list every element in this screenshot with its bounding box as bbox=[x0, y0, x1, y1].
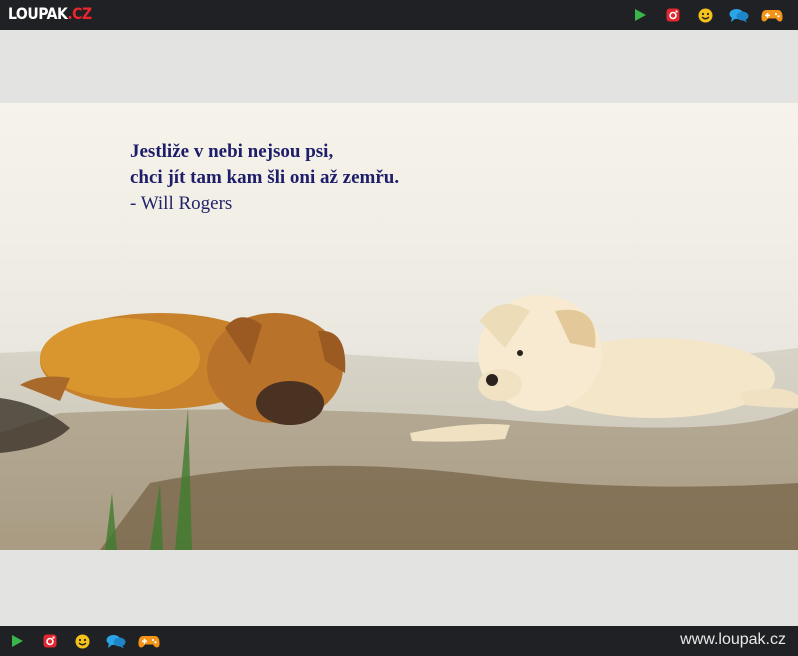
bottom-icon-group bbox=[0, 631, 165, 651]
gamepad-icon[interactable] bbox=[132, 631, 165, 651]
play-icon[interactable] bbox=[623, 5, 656, 25]
quote-block: Jestliže v nebi nejsou psi, chci jít tam… bbox=[130, 139, 399, 217]
chat-icon[interactable] bbox=[722, 5, 755, 25]
site-url[interactable]: www.loupak.cz bbox=[680, 631, 786, 649]
smiley-icon[interactable] bbox=[66, 631, 99, 651]
play-icon[interactable] bbox=[0, 631, 33, 651]
smiley-icon[interactable] bbox=[689, 5, 722, 25]
site-logo[interactable]: LOUPAK.CZ bbox=[8, 5, 92, 23]
bottom-bar: www.loupak.cz bbox=[0, 626, 798, 656]
quote-line-1: Jestliže v nebi nejsou psi, bbox=[130, 141, 334, 162]
quote-line-2: chci jít tam kam šli oni až zemřu. bbox=[130, 167, 400, 188]
instagram-icon[interactable] bbox=[33, 631, 66, 651]
gamepad-icon[interactable] bbox=[755, 5, 788, 25]
chat-icon[interactable] bbox=[99, 631, 132, 651]
puppies-photo: Jestliže v nebi nejsou psi, chci jít tam… bbox=[0, 103, 798, 550]
top-icon-group bbox=[623, 5, 788, 25]
logo-tld: .CZ bbox=[67, 5, 92, 24]
top-bar: LOUPAK.CZ bbox=[0, 0, 798, 30]
instagram-icon[interactable] bbox=[656, 5, 689, 25]
logo-text: LOUPAK bbox=[8, 5, 68, 24]
quote-author: - Will Rogers bbox=[130, 193, 233, 214]
